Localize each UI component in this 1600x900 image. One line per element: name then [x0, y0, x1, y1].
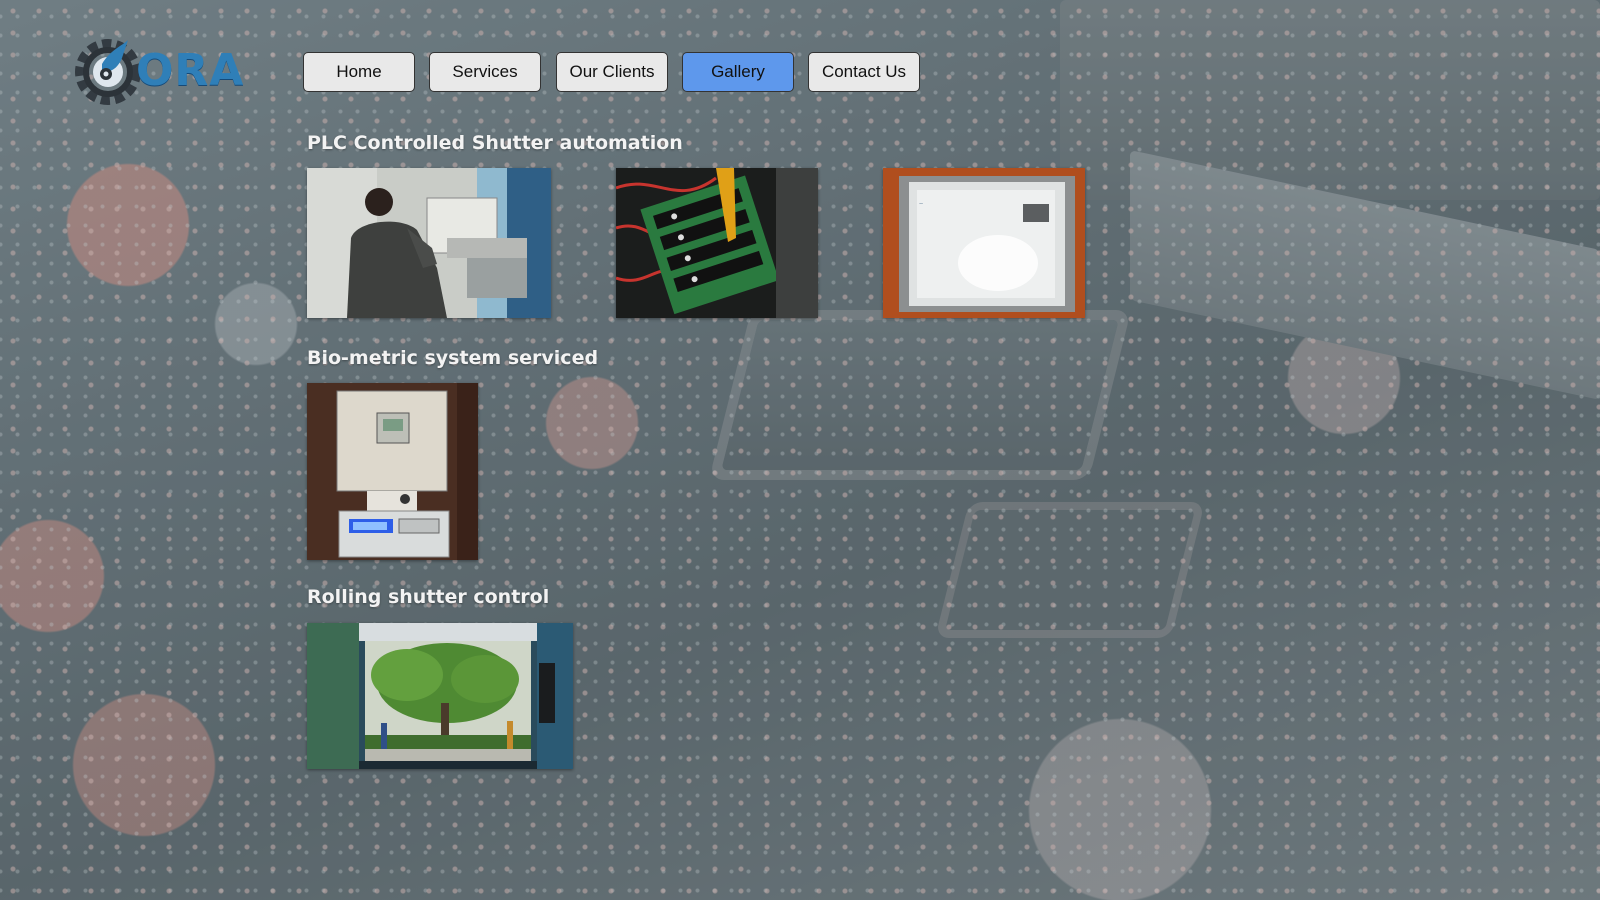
- section-title-rolling-shutter: Rolling shutter control: [307, 586, 550, 608]
- site-logo[interactable]: ORA: [74, 34, 264, 106]
- logo-text: ORA: [136, 44, 245, 96]
- gallery-photo-biometric-device[interactable]: [307, 383, 478, 560]
- gallery-photo-plc-relays[interactable]: [616, 168, 818, 318]
- svg-text:~: ~: [919, 201, 923, 208]
- gallery-photo-technician-panel[interactable]: [307, 168, 551, 318]
- circuit-board-background: [0, 0, 1600, 900]
- gallery-photo-rolling-shutter[interactable]: [307, 623, 573, 769]
- section-title-biometric: Bio-metric system serviced: [307, 347, 599, 369]
- background-tint: [0, 0, 1600, 900]
- nav-our-clients-button[interactable]: Our Clients: [556, 52, 668, 92]
- nav-gallery-button[interactable]: Gallery: [682, 52, 794, 92]
- nav-services-button[interactable]: Services: [429, 52, 541, 92]
- gallery-photo-control-box[interactable]: ~: [883, 168, 1085, 318]
- nav-home-button[interactable]: Home: [303, 52, 415, 92]
- section-title-plc: PLC Controlled Shutter automation: [307, 132, 683, 154]
- nav-contact-us-button[interactable]: Contact Us: [808, 52, 920, 92]
